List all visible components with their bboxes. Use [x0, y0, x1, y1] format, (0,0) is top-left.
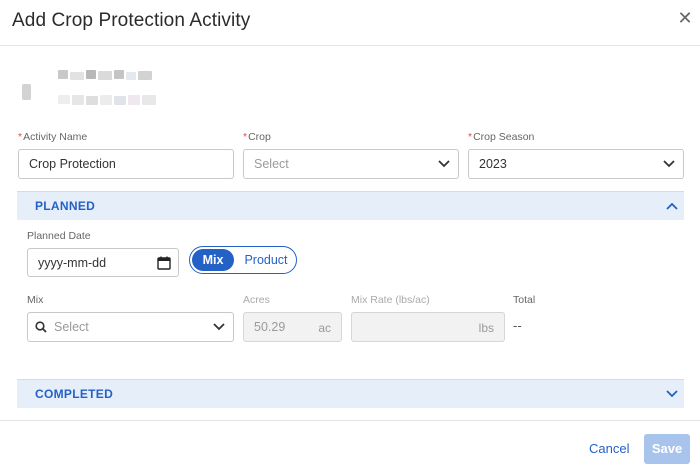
crop-season-select[interactable]: 2023	[468, 149, 684, 179]
total-label: Total	[513, 294, 536, 306]
planned-date-label: Planned Date	[27, 230, 91, 242]
blurred-farm-info-image	[20, 68, 170, 114]
required-mark: *	[18, 131, 23, 143]
cancel-button[interactable]: Cancel	[589, 441, 629, 456]
mix-product-toggle: Mix Product	[189, 246, 297, 274]
activity-name-label: *Activity Name	[18, 131, 87, 143]
dialog-title: Add Crop Protection Activity	[12, 10, 251, 31]
crop-placeholder: Select	[254, 157, 289, 171]
close-icon[interactable]: ✕	[676, 9, 694, 27]
completed-section-header[interactable]: COMPLETED	[17, 379, 684, 408]
crop-select[interactable]: Select	[243, 149, 459, 179]
chevron-down-icon	[213, 323, 225, 331]
activity-name-value: Crop Protection	[29, 157, 116, 171]
chevron-down-icon	[663, 160, 675, 168]
crop-season-label-text: Crop Season	[473, 131, 535, 143]
crop-label-text: Crop	[248, 131, 271, 143]
calendar-icon[interactable]	[157, 256, 171, 270]
toggle-mix-button[interactable]: Mix	[192, 249, 234, 271]
mix-rate-label: Mix Rate (lbs/ac)	[351, 294, 430, 306]
mix-label: Mix	[27, 294, 44, 306]
total-value: --	[513, 318, 522, 333]
activity-name-input[interactable]: Crop Protection	[18, 149, 234, 179]
required-mark: *	[468, 131, 473, 143]
chevron-down-icon[interactable]	[666, 389, 678, 399]
crop-season-label: *Crop Season	[468, 131, 534, 143]
planned-section-label: PLANNED	[35, 199, 96, 213]
planned-date-input[interactable]: yyyy-mm-dd	[27, 248, 179, 277]
activity-name-label-text: Activity Name	[23, 131, 88, 143]
mix-rate-unit: lbs	[478, 321, 494, 335]
acres-value: 50.29	[254, 320, 286, 334]
planned-section-header[interactable]: PLANNED	[17, 191, 684, 220]
required-mark: *	[243, 131, 248, 143]
mix-rate-input: lbs	[351, 312, 505, 342]
acres-label: Acres	[243, 294, 270, 306]
mix-select[interactable]: Select	[27, 312, 234, 342]
dialog-header: Add Crop Protection Activity ✕	[0, 0, 700, 46]
chevron-up-icon[interactable]	[666, 201, 678, 211]
crop-label: *Crop	[243, 131, 271, 143]
completed-section-label: COMPLETED	[35, 387, 114, 401]
planned-date-placeholder: yyyy-mm-dd	[38, 255, 107, 270]
mix-placeholder: Select	[54, 320, 89, 334]
save-button[interactable]: Save	[644, 434, 690, 464]
search-icon	[35, 321, 47, 333]
acres-input: 50.29 ac	[243, 312, 342, 342]
toggle-product-button[interactable]: Product	[238, 249, 294, 271]
chevron-down-icon	[438, 160, 450, 168]
acres-unit: ac	[318, 321, 331, 335]
crop-season-value: 2023	[479, 157, 507, 171]
